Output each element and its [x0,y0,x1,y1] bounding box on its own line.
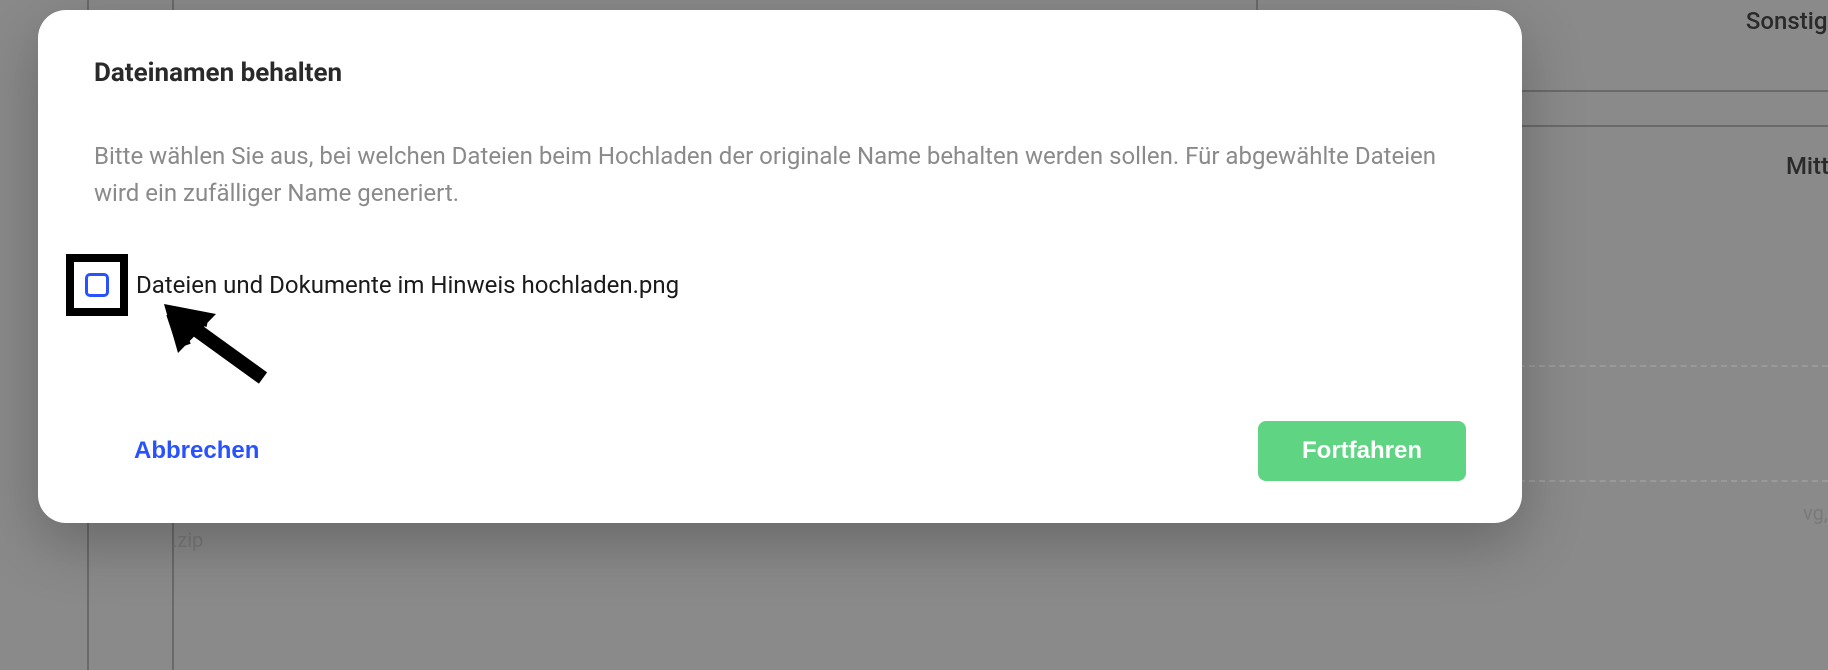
modal-footer: Abbrechen Fortfahren [94,421,1466,481]
keep-filenames-modal: Dateinamen behalten Bitte wählen Sie aus… [38,10,1522,523]
modal-description: Bitte wählen Sie aus, bei welchen Dateie… [94,138,1466,212]
file-checkbox[interactable] [85,273,109,297]
checkbox-annotation-highlight [66,254,128,316]
bg-text-line: ln [1746,39,1828,73]
file-row: Dateien und Dokumente im Hinweis hochlad… [66,254,1466,316]
bg-text: Mittel [1786,150,1828,184]
modal-title: Dateinamen behalten [94,58,1466,88]
continue-button[interactable]: Fortfahren [1258,421,1466,481]
bg-zip-text: .zip [172,528,203,552]
bg-ext-text: vg, .sv [1803,498,1828,528]
cancel-button[interactable]: Abbrechen [94,425,299,477]
bg-text-line: Sonstiges / [1746,5,1828,39]
file-name-label: Dateien und Dokumente im Hinweis hochlad… [136,271,679,299]
bg-text: Sonstiges / ln [1746,5,1828,72]
